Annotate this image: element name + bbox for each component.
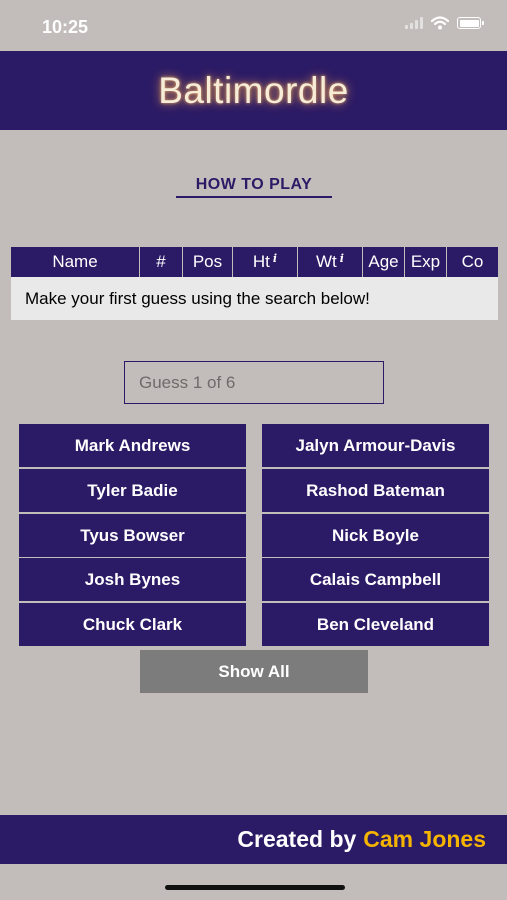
status-time: 10:25 [42,17,89,37]
status-bar: 10:25 [0,0,507,50]
player-button[interactable]: Jalyn Armour-Davis [262,424,489,467]
column-header-experience: Exp [405,247,447,277]
info-icon[interactable]: i [340,252,344,265]
player-button[interactable]: Calais Campbell [262,558,489,601]
app-title: Baltimordle [158,69,349,111]
app-header: Baltimordle [0,51,507,130]
player-button[interactable]: Tyler Badie [19,469,246,512]
show-all-button[interactable]: Show All [140,650,368,693]
footer: Created by Cam Jones [0,815,507,864]
player-button[interactable]: Nick Boyle [262,514,489,557]
player-button[interactable]: Rashod Bateman [262,469,489,512]
column-header-number: # [140,247,183,277]
column-header-name: Name [11,247,140,277]
footer-credit-label: Created by [237,826,357,852]
wifi-icon [431,16,449,30]
footer-author: Cam Jones [363,826,486,852]
signal-icon [405,17,423,29]
guess-search-input[interactable] [124,361,384,404]
player-button[interactable]: Ben Cleveland [262,603,489,646]
column-header-age: Age [363,247,405,277]
column-header-weight[interactable]: Wt i [298,247,363,277]
guess-table: Name # Pos Ht i Wt i Age Exp Co Make your … [11,247,498,320]
player-button[interactable]: Josh Bynes [19,558,246,601]
column-header-college: Co [461,252,484,271]
column-header-height[interactable]: Ht i [233,247,298,277]
battery-icon [457,17,484,29]
player-button[interactable]: Tyus Bowser [19,514,246,557]
player-button[interactable]: Chuck Clark [19,603,246,646]
home-indicator[interactable] [165,885,345,890]
info-icon[interactable]: i [273,252,277,265]
player-button[interactable]: Mark Andrews [19,424,246,467]
how-to-play-link[interactable]: HOW TO PLAY [176,176,332,198]
empty-table-message: Make your first guess using the search b… [11,277,498,320]
column-header-position: Pos [183,247,233,277]
table-header: Name # Pos Ht i Wt i Age Exp Co [11,247,498,277]
status-icons [405,16,484,30]
